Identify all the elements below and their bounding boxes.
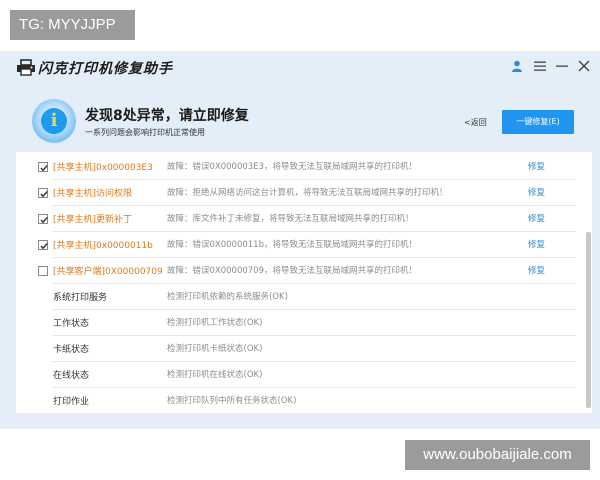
- scrollbar[interactable]: [582, 152, 592, 413]
- fix-link[interactable]: 修复: [528, 238, 545, 250]
- check-name: 工作状态: [53, 319, 90, 329]
- info-glyph: i: [41, 108, 67, 134]
- user-icon[interactable]: [510, 59, 524, 73]
- check-row: 工作状态 检测打印机工作状态(OK): [16, 310, 576, 336]
- fix-all-button[interactable]: 一键修复(E): [502, 110, 574, 134]
- fix-link[interactable]: 修复: [528, 160, 545, 172]
- issue-row: [共享主机]更新补丁 故障：库文件补丁未修复，将导致无法互联局域网共享的打印机！…: [16, 206, 576, 232]
- header-title: 发现8处异常，请立即修复: [85, 108, 249, 124]
- watermark-bottom: www.oubobaijiale.com: [405, 440, 590, 470]
- check-name: 打印作业: [53, 397, 90, 407]
- back-link[interactable]: <返回: [464, 117, 487, 128]
- watermark-top: TG: MYYJJPP: [10, 10, 135, 40]
- check-row: 打印作业 检测打印队列中所有任务状态(OK): [16, 388, 576, 413]
- check-row: 系统打印服务 检测打印机依赖的系统服务(OK): [16, 284, 576, 310]
- issue-description: 故障：错误0X00000709，将导致无法互联局域网共享的打印机！: [167, 266, 417, 276]
- check-name: 系统打印服务: [53, 293, 108, 303]
- issue-row: [共享客户端]0X00000709 故障：错误0X00000709，将导致无法互…: [16, 258, 576, 284]
- minimize-icon[interactable]: [555, 59, 569, 73]
- check-name: 在线状态: [53, 371, 90, 381]
- issue-name: [共享主机]访问权限: [53, 189, 133, 199]
- check-description: 检测打印机卡纸状态(OK): [167, 344, 263, 354]
- issue-name: [共享主机]更新补丁: [53, 215, 133, 225]
- issue-name: [共享客户端]0X00000709: [53, 267, 163, 277]
- app-window: 闪克打印机修复助手 i 发现8处异常，请立即修复 一系列问题会影响打印机正常使用…: [0, 51, 600, 429]
- fix-link[interactable]: 修复: [528, 186, 545, 198]
- issue-description: 故障：拒绝从网络访问这台计算机，将导致无法互联局域网共享的打印机！: [167, 188, 448, 198]
- close-icon[interactable]: [577, 59, 591, 73]
- app-title: 闪克打印机修复助手: [38, 61, 173, 77]
- printer-icon: [16, 59, 36, 76]
- header-subtitle: 一系列问题会影响打印机正常使用: [85, 128, 205, 137]
- menu-icon[interactable]: [533, 59, 547, 73]
- issue-checkbox[interactable]: [38, 266, 48, 276]
- check-row: 卡纸状态 检测打印机卡纸状态(OK): [16, 336, 576, 362]
- fix-link[interactable]: 修复: [528, 212, 545, 224]
- issue-checkbox[interactable]: [38, 188, 48, 198]
- check-row: 在线状态 检测打印机在线状态(OK): [16, 362, 576, 388]
- issue-row: [共享主机]访问权限 故障：拒绝从网络访问这台计算机，将导致无法互联局域网共享的…: [16, 180, 576, 206]
- title-bar: 闪克打印机修复助手: [0, 51, 600, 83]
- issue-row: [共享主机]0x000003E3 故障：错误0X000003E3，将导致无法互联…: [16, 154, 576, 180]
- scrollbar-thumb[interactable]: [586, 232, 591, 408]
- check-description: 检测打印机工作状态(OK): [167, 318, 263, 328]
- fix-link[interactable]: 修复: [528, 264, 545, 276]
- check-description: 检测打印机在线状态(OK): [167, 370, 263, 380]
- info-icon: i: [32, 99, 76, 143]
- issue-checkbox[interactable]: [38, 214, 48, 224]
- issue-checkbox[interactable]: [38, 240, 48, 250]
- issue-checkbox[interactable]: [38, 162, 48, 172]
- issue-row: [共享主机]0x0000011b 故障：错误0X0000011b，将导致无法互联…: [16, 232, 576, 258]
- check-description: 检测打印机依赖的系统服务(OK): [167, 292, 288, 302]
- issue-description: 故障：错误0X000003E3，将导致无法互联局域网共享的打印机！: [167, 162, 417, 172]
- issue-name: [共享主机]0x000003E3: [53, 163, 153, 173]
- issue-description: 故障：错误0X0000011b，将导致无法互联局域网共享的打印机！: [167, 240, 417, 250]
- issue-name: [共享主机]0x0000011b: [53, 241, 153, 251]
- check-description: 检测打印队列中所有任务状态(OK): [167, 396, 297, 406]
- issue-list-panel: [共享主机]0x000003E3 故障：错误0X000003E3，将导致无法互联…: [16, 152, 592, 413]
- issue-description: 故障：库文件补丁未修复，将导致无法互联局域网共享的打印机！: [167, 214, 414, 224]
- check-name: 卡纸状态: [53, 345, 90, 355]
